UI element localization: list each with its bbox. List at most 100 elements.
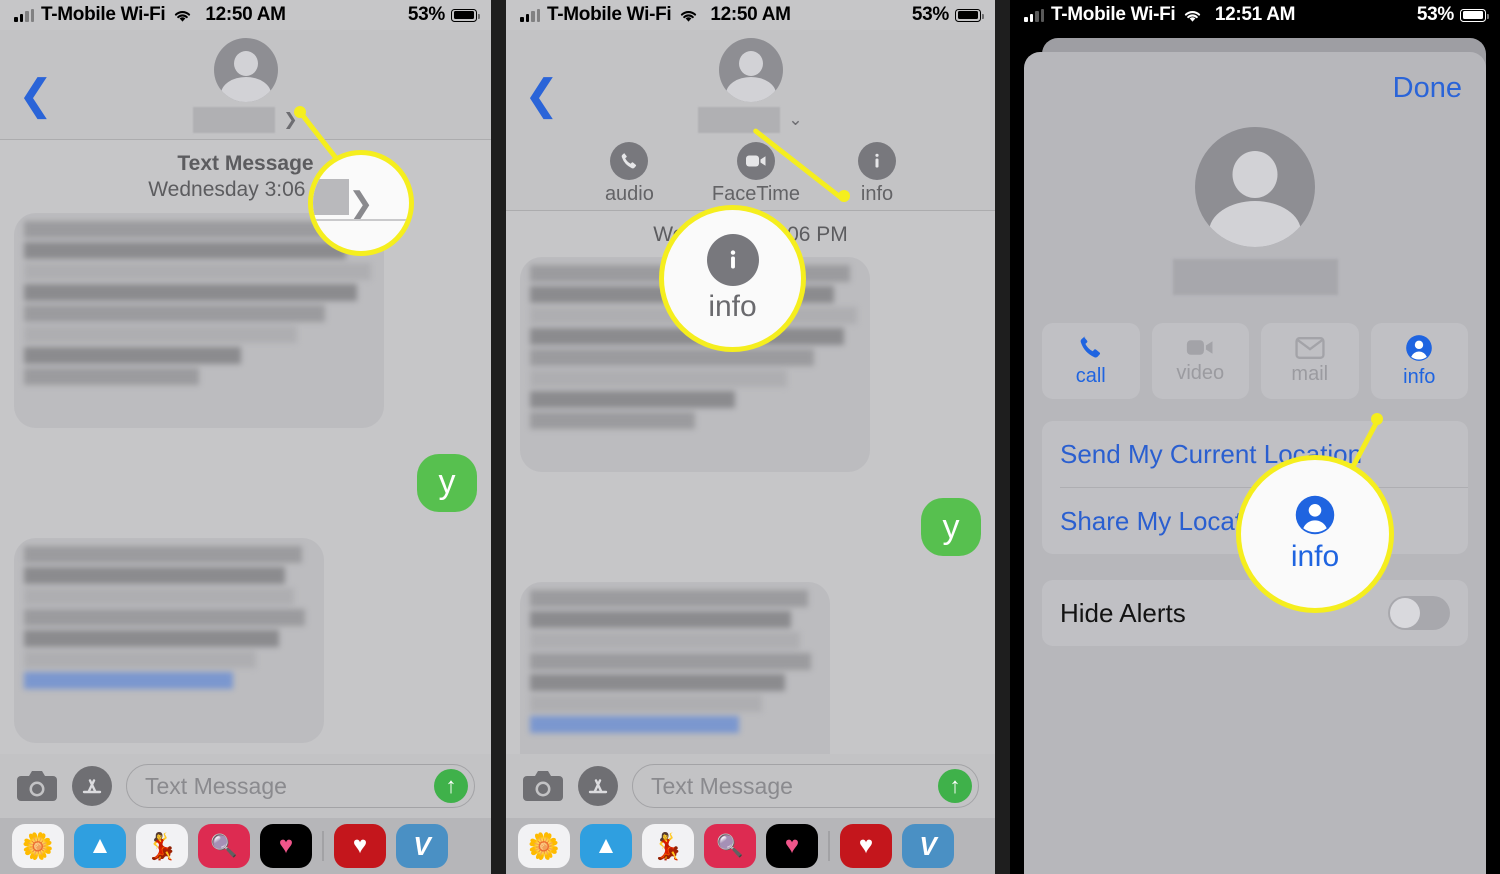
send-my-current-location-row[interactable]: Send My Current Location: [1042, 421, 1468, 487]
status-bar: T-Mobile Wi-Fi 12:50 AM 53%: [0, 0, 491, 30]
phone-icon: [610, 142, 649, 180]
apple-music-app-icon[interactable]: ♥: [766, 824, 818, 868]
status-bar-right: 53%: [911, 4, 984, 26]
sent-message-text: y: [942, 507, 960, 546]
contact-avatar-icon: [213, 38, 278, 102]
video-button[interactable]: video: [1151, 323, 1249, 399]
iheartradio-app-icon[interactable]: ♥: [840, 824, 892, 868]
call-button[interactable]: call: [1042, 323, 1140, 399]
contact-name-redacted: [698, 107, 781, 133]
conversation-header: ❮ ⌄ audio FaceTime info: [506, 30, 995, 210]
text-message-placeholder: Text Message: [651, 772, 793, 799]
callout-info-label: info: [708, 289, 757, 323]
battery-icon: [955, 8, 984, 22]
redacted-message-text: [14, 538, 324, 697]
status-bar-right: 53%: [407, 4, 480, 26]
text-message-input[interactable]: Text Message ↑: [632, 764, 979, 808]
imessage-app-drawer: 🌼 ▲ 💃 🔍 ♥ ♥ V: [506, 818, 995, 874]
info-button[interactable]: info: [1370, 323, 1468, 399]
status-bar: T-Mobile Wi-Fi 12:51 AM 53%: [1010, 0, 1500, 30]
venmo-app-icon[interactable]: V: [902, 824, 954, 868]
callout-rule-line: [313, 219, 409, 221]
call-label: call: [1075, 365, 1106, 387]
apple-music-app-icon[interactable]: ♥: [260, 824, 312, 868]
image-search-app-icon[interactable]: 🔍: [704, 824, 756, 868]
venmo-app-icon[interactable]: V: [396, 824, 448, 868]
messages-header-expanded-panel: T-Mobile Wi-Fi 12:50 AM 53% ❮ ⌄ audio Fa…: [506, 0, 995, 874]
video-camera-icon: [1187, 340, 1213, 355]
status-bar: T-Mobile Wi-Fi 12:50 AM 53%: [506, 0, 995, 30]
photos-app-icon[interactable]: 🌼: [518, 824, 570, 868]
send-arrow-up-icon[interactable]: ↑: [434, 769, 468, 803]
memoji-app-icon[interactable]: 💃: [136, 824, 188, 868]
battery-percent-label: 53%: [911, 4, 949, 25]
messages-conversation-panel: T-Mobile Wi-Fi 12:50 AM 53% ❮ ❯ Text Mes…: [0, 0, 491, 874]
app-store-icon[interactable]: [72, 766, 112, 806]
camera-icon[interactable]: [522, 769, 564, 803]
callout-details-chevron: ❯: [308, 150, 414, 256]
iheartradio-app-icon[interactable]: ♥: [334, 824, 386, 868]
redacted-message-text: [520, 582, 830, 741]
battery-icon: [1460, 8, 1489, 22]
camera-icon[interactable]: [16, 769, 58, 803]
info-circle-icon[interactable]: [706, 233, 759, 286]
memoji-app-icon[interactable]: 💃: [642, 824, 694, 868]
info-label: info: [860, 183, 894, 205]
conversation-header: ❮ ❯: [0, 30, 491, 139]
signal-bars-icon: [1024, 8, 1044, 22]
callout-anchor-dot: [838, 190, 850, 202]
back-chevron-icon[interactable]: ❮: [524, 74, 559, 116]
photos-app-icon[interactable]: 🌼: [12, 824, 64, 868]
contact-details-sheet: Done call video mail info Send My Curren…: [1024, 52, 1486, 874]
person-circle-icon: [1406, 334, 1433, 361]
callout-anchor-dot: [294, 106, 306, 118]
mail-button[interactable]: mail: [1261, 323, 1359, 399]
chevron-right-icon[interactable]: ❯: [348, 186, 373, 221]
status-bar-left: T-Mobile Wi-Fi: [14, 4, 193, 26]
carrier-label: T-Mobile Wi-Fi: [547, 4, 672, 25]
app-store-app-icon[interactable]: ▲: [580, 824, 632, 868]
contact-name-row[interactable]: ❯: [193, 107, 298, 133]
contact-details-panel: T-Mobile Wi-Fi 12:51 AM 53% Done call vi…: [1010, 0, 1500, 874]
bubble-tail-icon: [14, 407, 26, 428]
chevron-down-icon[interactable]: ⌄: [788, 111, 802, 129]
contact-name-redacted: [193, 107, 276, 133]
drawer-separator: [322, 831, 324, 861]
battery-percent-label: 53%: [1416, 4, 1454, 25]
done-button[interactable]: Done: [1042, 52, 1468, 105]
wifi-icon: [681, 10, 697, 22]
send-arrow-up-icon[interactable]: ↑: [938, 769, 972, 803]
hide-alerts-toggle[interactable]: [1388, 596, 1450, 630]
app-store-icon[interactable]: [578, 766, 618, 806]
panel-divider: [491, 0, 506, 874]
person-circle-icon[interactable]: [1294, 494, 1336, 536]
hide-alerts-row: Hide Alerts: [1042, 580, 1468, 646]
contact-header-block[interactable]: ❯: [0, 30, 491, 133]
app-store-app-icon[interactable]: ▲: [74, 824, 126, 868]
contact-name-row[interactable]: ⌄: [698, 107, 803, 133]
sent-message-bubble[interactable]: y: [417, 453, 477, 512]
image-search-app-icon[interactable]: 🔍: [198, 824, 250, 868]
toggle-knob: [1390, 598, 1420, 628]
info-button[interactable]: info: [858, 142, 897, 206]
message-input-bar: Text Message ↑: [0, 754, 491, 818]
status-bar-right: 53%: [1416, 4, 1489, 26]
status-bar-left: T-Mobile Wi-Fi: [1024, 4, 1203, 26]
header-action-row: audio FaceTime info: [506, 142, 995, 206]
sent-message-bubble[interactable]: y: [921, 498, 981, 557]
back-chevron-icon[interactable]: ❮: [18, 74, 53, 116]
drawer-separator: [828, 831, 830, 861]
imessage-app-drawer: 🌼 ▲ 💃 🔍 ♥ ♥ V: [0, 818, 491, 874]
bubble-tail-icon: [465, 491, 477, 512]
audio-call-label: audio: [604, 183, 654, 205]
contact-header-block[interactable]: ⌄: [506, 30, 995, 133]
received-message-bubble[interactable]: [14, 537, 324, 743]
panel-divider: [995, 0, 1010, 874]
callout-redacted-strip: [313, 179, 349, 215]
signal-bars-icon: [14, 8, 34, 22]
battery-percent-label: 53%: [407, 4, 445, 25]
facetime-label: FaceTime: [711, 183, 801, 205]
sent-message-text: y: [438, 463, 456, 501]
text-message-input[interactable]: Text Message ↑: [126, 764, 475, 808]
audio-call-button[interactable]: audio: [605, 142, 654, 206]
